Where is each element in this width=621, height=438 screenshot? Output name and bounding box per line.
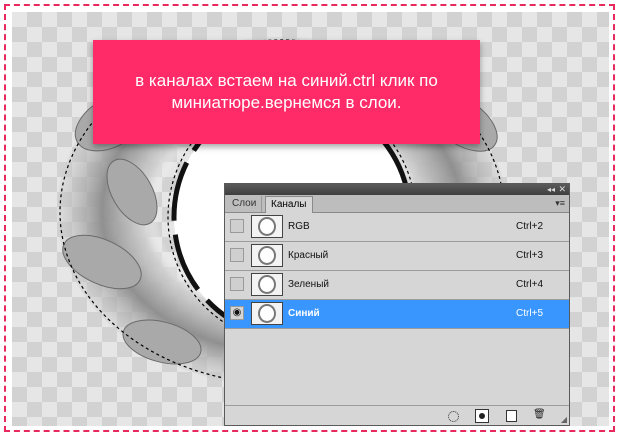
load-selection-icon[interactable] xyxy=(448,411,459,422)
channel-row-red[interactable]: Красный Ctrl+3 xyxy=(225,242,569,271)
channel-name: Зеленый xyxy=(288,279,329,290)
eye-icon[interactable]: ◉ xyxy=(230,306,244,320)
channel-thumbnail[interactable] xyxy=(251,273,283,296)
channel-shortcut: Ctrl+2 xyxy=(516,221,543,232)
panel-tabbar: Слои Каналы ▾≡ xyxy=(225,195,569,213)
trash-icon[interactable]: 🗑 xyxy=(533,409,546,421)
save-selection-icon[interactable] xyxy=(475,409,489,423)
panel-titlebar[interactable]: ◂◂ ✕ xyxy=(225,184,569,195)
channel-row-green[interactable]: Зеленый Ctrl+4 xyxy=(225,271,569,300)
channel-row-blue[interactable]: ◉ Синий Ctrl+5 xyxy=(225,300,569,329)
channels-panel: ◂◂ ✕ Слои Каналы ▾≡ RGB Ctrl+2 Красный C… xyxy=(224,183,570,426)
tab-channels[interactable]: Каналы xyxy=(265,196,313,213)
tab-layers[interactable]: Слои xyxy=(227,196,263,212)
resize-grip-icon[interactable]: ◢ xyxy=(561,415,567,424)
close-icon[interactable]: ✕ xyxy=(558,184,566,195)
channel-name: Синий xyxy=(288,308,320,319)
channel-thumbnail[interactable] xyxy=(251,244,283,267)
channel-thumbnail[interactable] xyxy=(251,302,283,325)
channel-shortcut: Ctrl+5 xyxy=(516,308,543,319)
channel-shortcut: Ctrl+4 xyxy=(516,279,543,290)
channel-shortcut: Ctrl+3 xyxy=(516,250,543,261)
panel-menu-icon[interactable]: ▾≡ xyxy=(555,198,565,208)
new-channel-icon[interactable] xyxy=(506,410,517,422)
instruction-banner: в каналах встаем на синий.ctrl клик по м… xyxy=(93,40,480,144)
channel-list: RGB Ctrl+2 Красный Ctrl+3 Зеленый Ctrl+4… xyxy=(225,213,569,329)
double-chevron-right-icon[interactable]: ◂◂ xyxy=(547,184,555,195)
visibility-toggle[interactable] xyxy=(230,248,244,262)
channel-name: Красный xyxy=(288,250,329,261)
channel-row-rgb[interactable]: RGB Ctrl+2 xyxy=(225,213,569,242)
instruction-text: в каналах встаем на синий.ctrl клик по м… xyxy=(135,71,438,112)
visibility-toggle[interactable] xyxy=(230,277,244,291)
panel-bottom-bar: 🗑 ◢ xyxy=(225,405,569,425)
channel-name: RGB xyxy=(288,221,310,232)
visibility-toggle[interactable] xyxy=(230,219,244,233)
channel-thumbnail[interactable] xyxy=(251,215,283,238)
